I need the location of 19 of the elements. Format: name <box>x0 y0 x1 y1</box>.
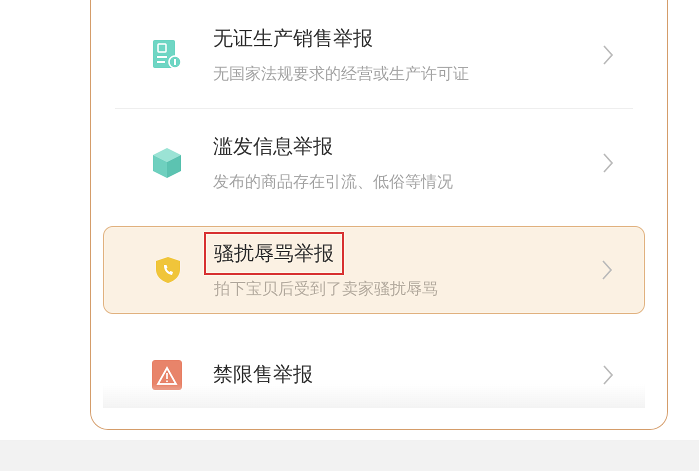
item-description: 无国家法规要求的经营或生产许可证 <box>213 64 470 84</box>
list-item[interactable]: 无证生产销售举报 无国家法规要求的经营或生产许可证 <box>115 0 633 108</box>
item-description: 拍下宝贝后受到了卖家骚扰辱骂 <box>214 279 439 300</box>
item-description: 发布的商品存在引流、低俗等情况 <box>213 172 454 192</box>
box-icon <box>152 146 182 178</box>
chevron-right-icon <box>603 152 613 172</box>
item-title: 滥发信息举报 <box>213 132 333 160</box>
shield-phone-icon <box>155 256 181 284</box>
highlighted-list-item[interactable]: 骚扰辱骂举报 拍下宝贝后受到了卖家骚扰辱骂 <box>103 226 645 314</box>
chevron-right-icon <box>603 364 613 384</box>
certificate-icon <box>153 40 181 70</box>
warning-icon <box>152 360 182 390</box>
list-item[interactable]: 滥发信息举报 发布的商品存在引流、低俗等情况 <box>115 108 633 216</box>
item-title: 无证生产销售举报 <box>213 24 373 52</box>
list-item[interactable]: 禁限售举报 <box>115 320 633 408</box>
item-title: 禁限售举报 <box>213 361 313 388</box>
chevron-right-icon <box>602 260 612 280</box>
chevron-right-icon <box>603 44 613 64</box>
item-title: 骚扰辱骂举报 <box>214 240 334 267</box>
